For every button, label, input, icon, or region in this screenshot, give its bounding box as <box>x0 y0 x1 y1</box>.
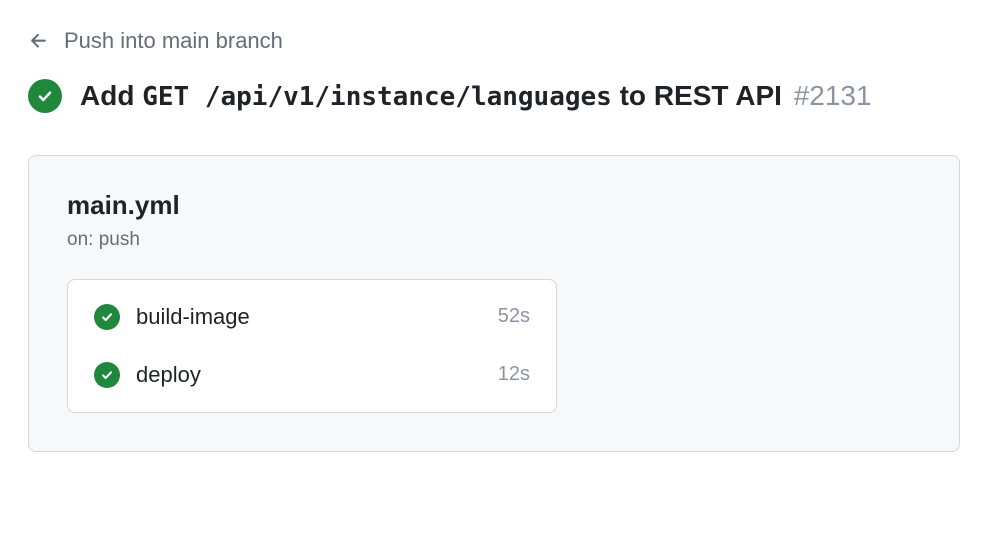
check-circle-icon <box>28 79 62 113</box>
breadcrumb[interactable]: Push into main branch <box>28 28 960 54</box>
job-duration: 12s <box>498 363 530 386</box>
job-name: deploy <box>136 362 482 388</box>
title-code: GET /api/v1/instance/languages <box>142 82 612 112</box>
title-suffix: to REST API <box>612 80 782 111</box>
breadcrumb-label: Push into main branch <box>64 28 283 54</box>
job-row[interactable]: build-image 52s <box>68 288 556 346</box>
job-name: build-image <box>136 304 482 330</box>
check-circle-icon <box>94 362 120 388</box>
job-duration: 52s <box>498 305 530 328</box>
title-prefix: Add <box>80 80 142 111</box>
jobs-card: build-image 52s deploy 12s <box>67 279 557 413</box>
page-title: Add GET /api/v1/instance/languages to RE… <box>80 78 872 115</box>
arrow-left-icon <box>28 30 50 52</box>
workflow-file-name: main.yml <box>67 190 921 221</box>
workflow-panel: main.yml on: push build-image 52s deploy… <box>28 155 960 452</box>
run-title-row: Add GET /api/v1/instance/languages to RE… <box>28 78 960 115</box>
issue-number: #2131 <box>794 80 872 111</box>
workflow-trigger: on: push <box>67 229 921 251</box>
check-circle-icon <box>94 304 120 330</box>
job-row[interactable]: deploy 12s <box>68 346 556 404</box>
